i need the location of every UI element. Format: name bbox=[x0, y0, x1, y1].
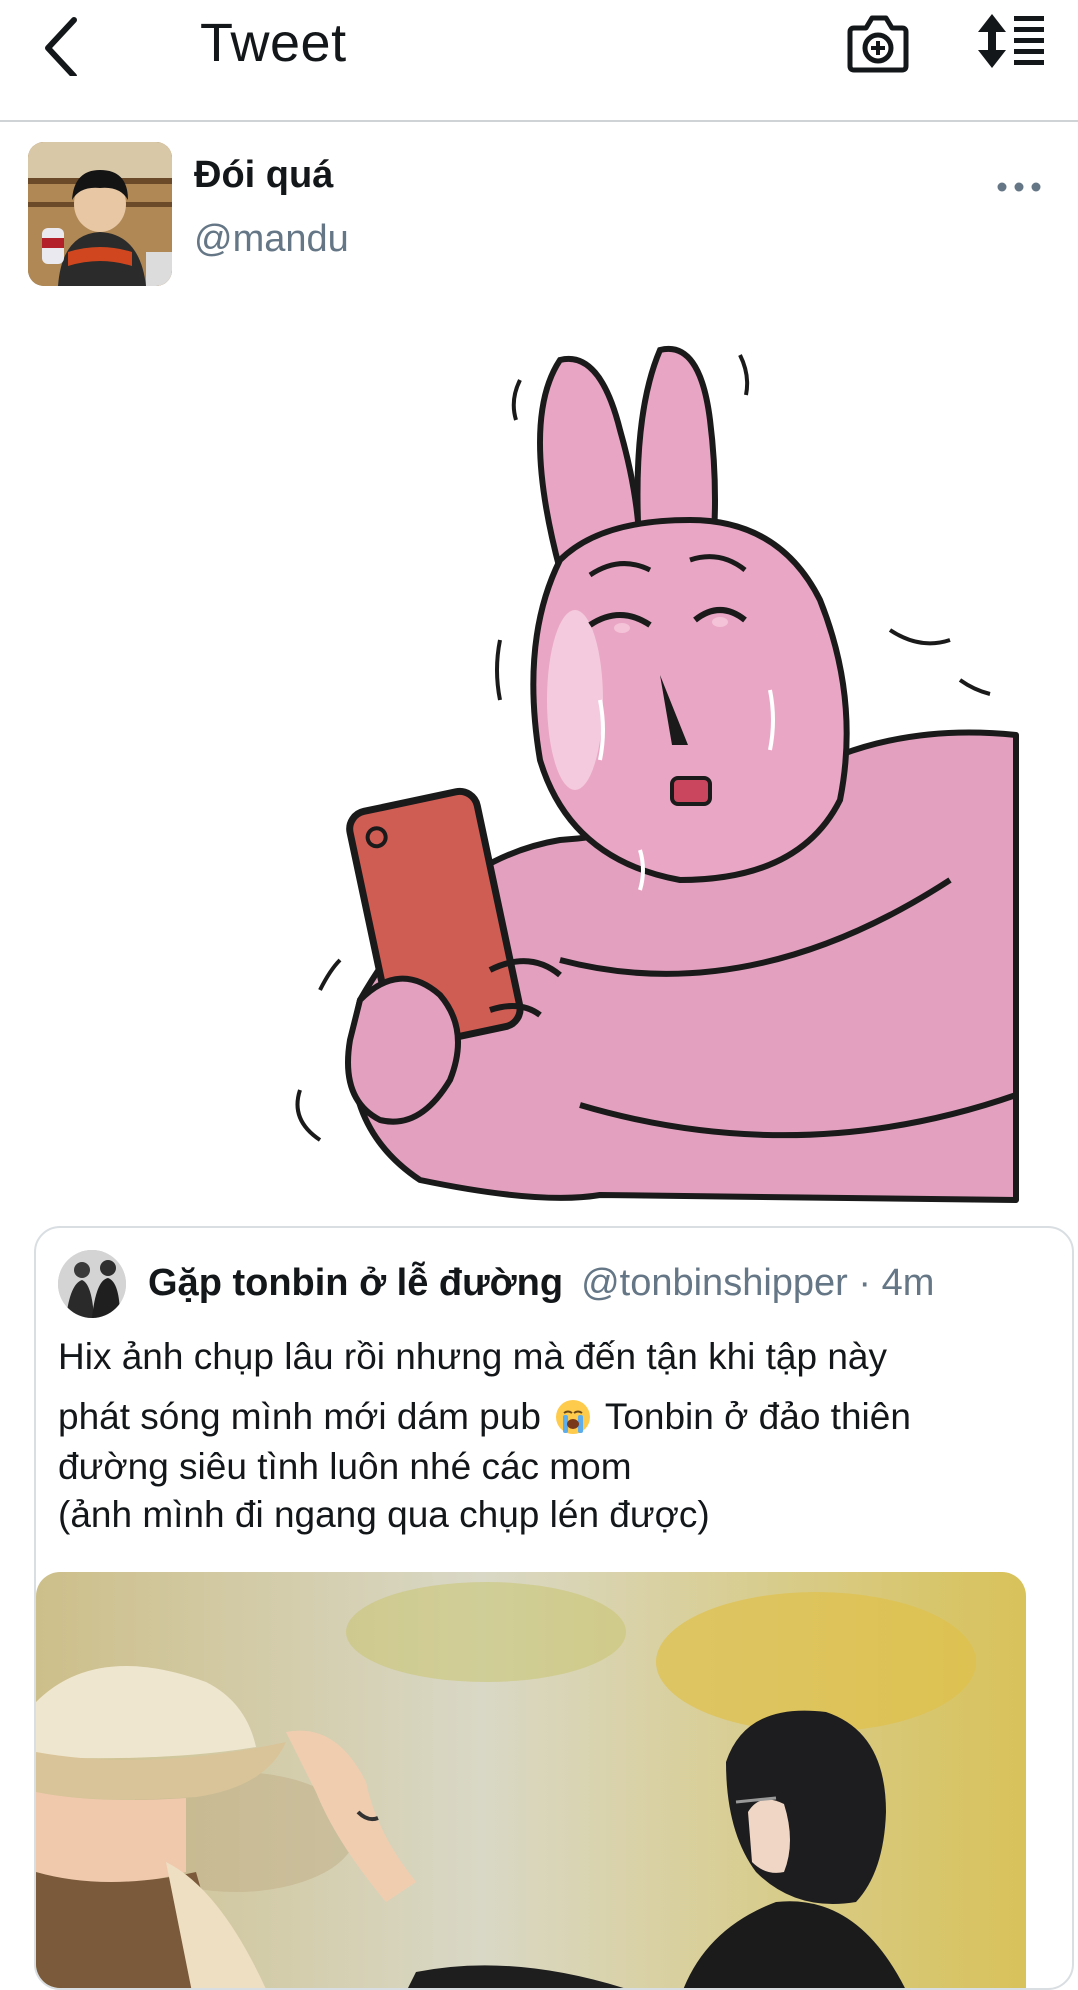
back-button[interactable] bbox=[38, 10, 86, 79]
more-horizontal-icon bbox=[997, 182, 1041, 192]
quoted-timestamp: 4m bbox=[881, 1262, 935, 1304]
top-bar: Tweet bbox=[0, 0, 1078, 122]
quoted-avatar[interactable] bbox=[58, 1250, 126, 1318]
quoted-text-line: đường siêu tình luôn nhé các mom bbox=[58, 1446, 632, 1487]
camera-button[interactable] bbox=[846, 12, 910, 74]
more-options-button[interactable] bbox=[994, 172, 1044, 202]
avatar[interactable] bbox=[28, 142, 172, 286]
tweet-sticker-image[interactable] bbox=[0, 320, 1078, 1210]
rabbit-sticker bbox=[295, 345, 1019, 1203]
author-name[interactable]: Đói quá bbox=[194, 150, 333, 200]
author-handle[interactable]: @mandu bbox=[194, 214, 349, 264]
quoted-avatar-photo bbox=[58, 1250, 126, 1318]
sort-button[interactable] bbox=[976, 12, 1048, 70]
chevron-left-icon bbox=[45, 17, 77, 79]
camera-plus-icon bbox=[847, 15, 909, 73]
quoted-tweet-text: Hix ảnh chụp lâu rồi nhưng mà đến tận kh… bbox=[58, 1332, 1058, 1540]
quoted-text-line: Hix ảnh chụp lâu rồi nhưng mà đến tận kh… bbox=[58, 1336, 888, 1377]
quoted-text-line: (ảnh mình đi ngang qua chụp lén được) bbox=[58, 1494, 710, 1535]
quoted-text-line: phát sóng mình mới dám pub Tonbin ở đảo … bbox=[58, 1392, 1058, 1444]
quoted-author-handle[interactable]: @tonbinshipper bbox=[581, 1262, 848, 1304]
quoted-author-name[interactable]: Gặp tonbin ở lễ đường bbox=[148, 1262, 563, 1304]
people-photo bbox=[36, 1572, 1026, 1988]
sort-list-icon bbox=[978, 14, 1044, 68]
page-title: Tweet bbox=[200, 13, 347, 73]
quoted-text-segment: phát sóng mình mới dám pub bbox=[58, 1396, 552, 1437]
quoted-tweet-photo[interactable] bbox=[36, 1572, 1026, 1988]
quoted-text-segment: Tonbin ở đảo thiên bbox=[595, 1396, 911, 1437]
quoted-tweet-card[interactable]: Gặp tonbin ở lễ đường @tonbinshipper · 4m… bbox=[34, 1226, 1074, 1990]
avatar-photo bbox=[28, 142, 172, 286]
dot-separator: · bbox=[847, 1262, 882, 1304]
quoted-header: Gặp tonbin ở lễ đường @tonbinshipper · 4m bbox=[148, 1258, 934, 1308]
loudly-crying-face-icon bbox=[556, 1400, 591, 1434]
